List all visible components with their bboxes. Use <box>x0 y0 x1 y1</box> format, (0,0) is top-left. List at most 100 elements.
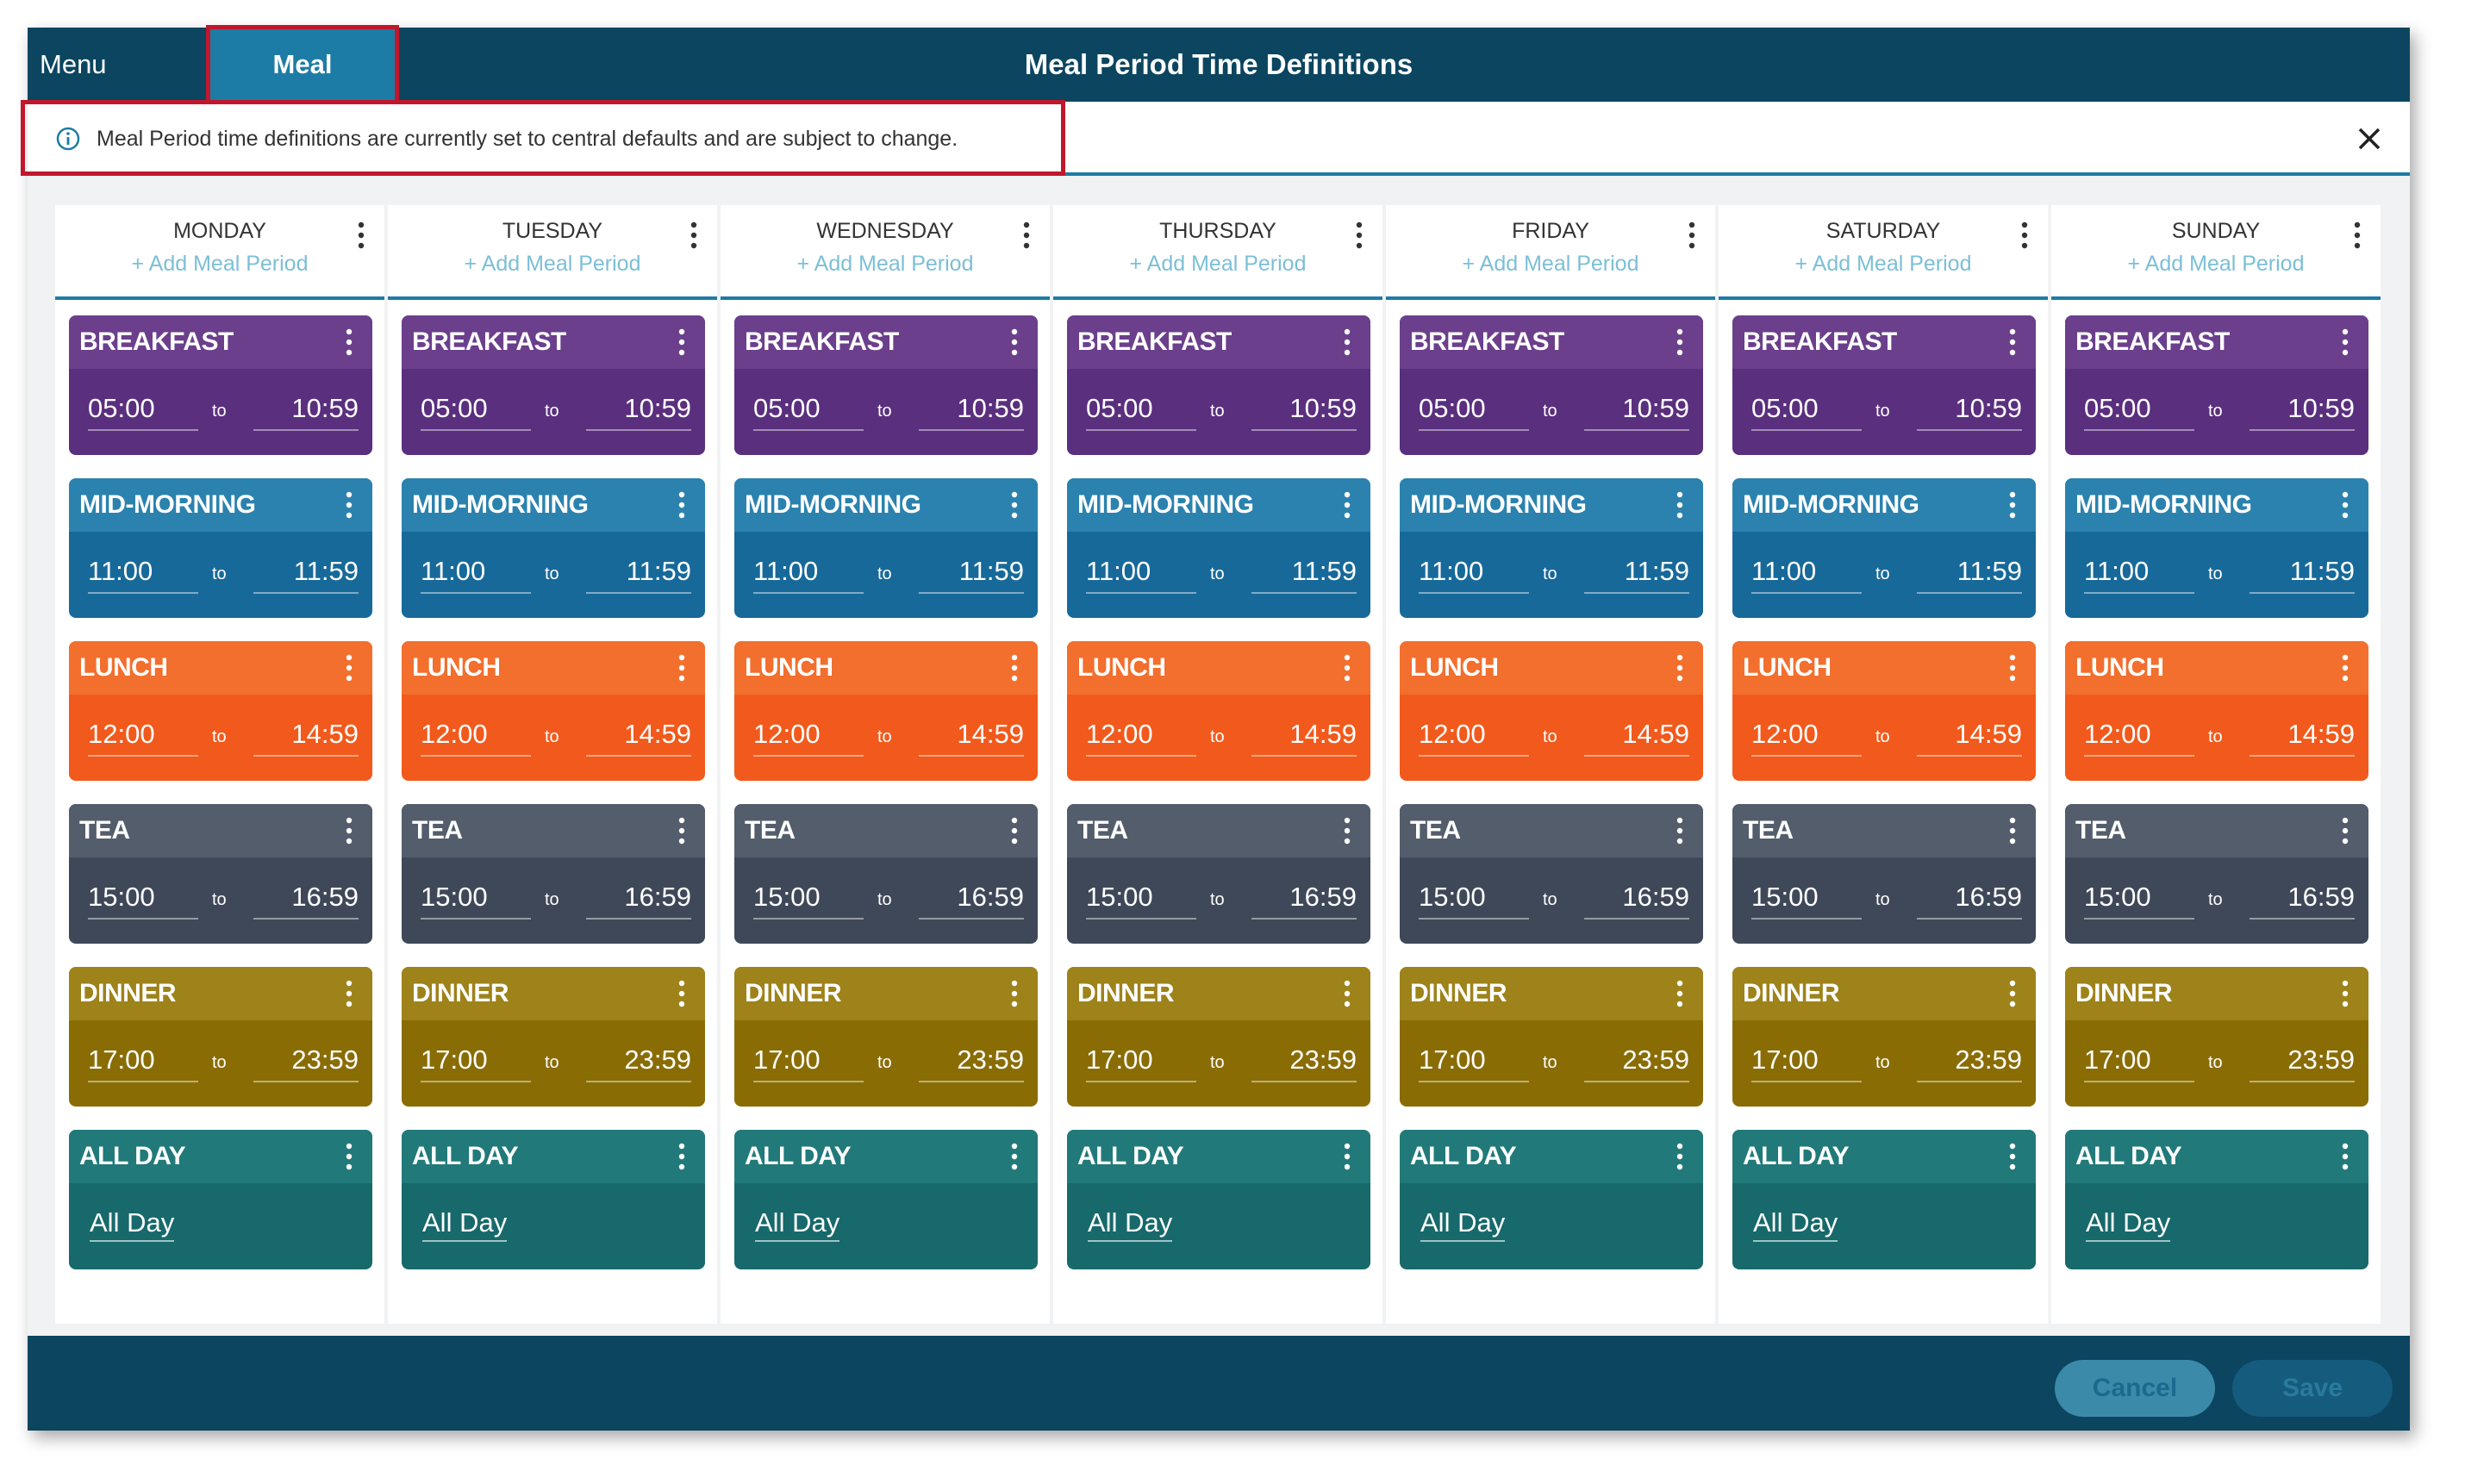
start-time-field[interactable]: 11:00 <box>1086 556 1196 594</box>
meal-period-card[interactable]: DINNER 17:00 to 23:59 <box>402 967 705 1107</box>
meal-period-card[interactable]: LUNCH 12:00 to 14:59 <box>1732 641 2036 781</box>
meal-menu-icon[interactable] <box>677 653 686 683</box>
meal-period-card[interactable]: DINNER 17:00 to 23:59 <box>1067 967 1370 1107</box>
all-day-field[interactable]: All Day <box>2086 1207 2171 1242</box>
start-time-field[interactable]: 15:00 <box>1086 882 1196 920</box>
end-time-field[interactable]: 10:59 <box>2250 393 2355 431</box>
start-time-field[interactable]: 17:00 <box>2084 1044 2194 1082</box>
meal-period-card[interactable]: DINNER 17:00 to 23:59 <box>734 967 1038 1107</box>
meal-period-card[interactable]: MID-MORNING 11:00 to 11:59 <box>402 478 705 618</box>
end-time-field[interactable]: 11:59 <box>2250 556 2355 594</box>
meal-period-card[interactable]: BREAKFAST 05:00 to 10:59 <box>1400 315 1703 455</box>
end-time-field[interactable]: 23:59 <box>1584 1044 1689 1082</box>
end-time-field[interactable]: 23:59 <box>586 1044 691 1082</box>
meal-menu-icon[interactable] <box>2008 1142 2017 1171</box>
meal-period-card[interactable]: TEA 15:00 to 16:59 <box>1067 804 1370 944</box>
meal-period-card[interactable]: DINNER 17:00 to 23:59 <box>1400 967 1703 1107</box>
meal-period-card[interactable]: BREAKFAST 05:00 to 10:59 <box>734 315 1038 455</box>
end-time-field[interactable]: 16:59 <box>253 882 359 920</box>
meal-menu-icon[interactable] <box>677 979 686 1008</box>
add-meal-period-link[interactable]: + Add Meal Period <box>721 252 1050 277</box>
end-time-field[interactable]: 14:59 <box>2250 719 2355 757</box>
meal-period-card[interactable]: TEA 15:00 to 16:59 <box>1732 804 2036 944</box>
meal-menu-icon[interactable] <box>345 653 353 683</box>
meal-menu-icon[interactable] <box>1010 816 1019 845</box>
meal-menu-icon[interactable] <box>1343 816 1351 845</box>
start-time-field[interactable]: 12:00 <box>88 719 198 757</box>
day-menu-icon[interactable] <box>1688 221 1696 250</box>
meal-menu-icon[interactable] <box>345 327 353 357</box>
end-time-field[interactable]: 16:59 <box>1584 882 1689 920</box>
meal-menu-icon[interactable] <box>345 490 353 520</box>
day-menu-icon[interactable] <box>1355 221 1364 250</box>
add-meal-period-link[interactable]: + Add Meal Period <box>1053 252 1382 277</box>
all-day-field[interactable]: All Day <box>1420 1207 1506 1242</box>
end-time-field[interactable]: 23:59 <box>1251 1044 1357 1082</box>
meal-period-card[interactable]: BREAKFAST 05:00 to 10:59 <box>69 315 372 455</box>
start-time-field[interactable]: 15:00 <box>88 882 198 920</box>
meal-period-card[interactable]: ALL DAY All Day <box>2065 1130 2368 1269</box>
all-day-field[interactable]: All Day <box>755 1207 840 1242</box>
meal-period-card[interactable]: DINNER 17:00 to 23:59 <box>69 967 372 1107</box>
meal-period-card[interactable]: LUNCH 12:00 to 14:59 <box>2065 641 2368 781</box>
meal-menu-icon[interactable] <box>1343 1142 1351 1171</box>
meal-menu-icon[interactable] <box>2008 979 2017 1008</box>
meal-period-card[interactable]: TEA 15:00 to 16:59 <box>402 804 705 944</box>
meal-menu-icon[interactable] <box>2008 490 2017 520</box>
meal-menu-icon[interactable] <box>1343 653 1351 683</box>
meal-period-card[interactable]: ALL DAY All Day <box>734 1130 1038 1269</box>
end-time-field[interactable]: 23:59 <box>919 1044 1024 1082</box>
day-menu-icon[interactable] <box>2020 221 2029 250</box>
meal-menu-icon[interactable] <box>677 490 686 520</box>
end-time-field[interactable]: 10:59 <box>919 393 1024 431</box>
meal-menu-icon[interactable] <box>1010 327 1019 357</box>
start-time-field[interactable]: 17:00 <box>421 1044 531 1082</box>
meal-period-card[interactable]: BREAKFAST 05:00 to 10:59 <box>402 315 705 455</box>
end-time-field[interactable]: 23:59 <box>253 1044 359 1082</box>
add-meal-period-link[interactable]: + Add Meal Period <box>1386 252 1715 277</box>
meal-menu-icon[interactable] <box>345 979 353 1008</box>
end-time-field[interactable]: 14:59 <box>1917 719 2022 757</box>
meal-menu-icon[interactable] <box>2008 327 2017 357</box>
end-time-field[interactable]: 14:59 <box>1251 719 1357 757</box>
meal-period-card[interactable]: LUNCH 12:00 to 14:59 <box>734 641 1038 781</box>
end-time-field[interactable]: 23:59 <box>1917 1044 2022 1082</box>
all-day-field[interactable]: All Day <box>422 1207 508 1242</box>
meal-menu-icon[interactable] <box>677 327 686 357</box>
add-meal-period-link[interactable]: + Add Meal Period <box>2051 252 2381 277</box>
meal-period-card[interactable]: ALL DAY All Day <box>1732 1130 2036 1269</box>
start-time-field[interactable]: 15:00 <box>421 882 531 920</box>
end-time-field[interactable]: 10:59 <box>253 393 359 431</box>
day-menu-icon[interactable] <box>357 221 365 250</box>
start-time-field[interactable]: 15:00 <box>753 882 864 920</box>
end-time-field[interactable]: 14:59 <box>1584 719 1689 757</box>
meal-period-card[interactable]: DINNER 17:00 to 23:59 <box>1732 967 2036 1107</box>
meal-period-card[interactable]: MID-MORNING 11:00 to 11:59 <box>734 478 1038 618</box>
start-time-field[interactable]: 15:00 <box>2084 882 2194 920</box>
all-day-field[interactable]: All Day <box>1088 1207 1173 1242</box>
end-time-field[interactable]: 14:59 <box>253 719 359 757</box>
end-time-field[interactable]: 10:59 <box>1584 393 1689 431</box>
start-time-field[interactable]: 15:00 <box>1419 882 1529 920</box>
end-time-field[interactable]: 16:59 <box>919 882 1024 920</box>
meal-period-card[interactable]: ALL DAY All Day <box>69 1130 372 1269</box>
end-time-field[interactable]: 10:59 <box>1251 393 1357 431</box>
meal-menu-icon[interactable] <box>1010 653 1019 683</box>
start-time-field[interactable]: 11:00 <box>88 556 198 594</box>
meal-period-card[interactable]: TEA 15:00 to 16:59 <box>2065 804 2368 944</box>
meal-menu-icon[interactable] <box>1676 327 1684 357</box>
meal-menu-icon[interactable] <box>2341 490 2350 520</box>
start-time-field[interactable]: 05:00 <box>88 393 198 431</box>
start-time-field[interactable]: 12:00 <box>421 719 531 757</box>
meal-period-card[interactable]: MID-MORNING 11:00 to 11:59 <box>2065 478 2368 618</box>
tab-meal-periods[interactable]: Meal Periods <box>206 25 399 153</box>
end-time-field[interactable]: 16:59 <box>586 882 691 920</box>
meal-period-card[interactable]: ALL DAY All Day <box>1400 1130 1703 1269</box>
start-time-field[interactable]: 11:00 <box>2084 556 2194 594</box>
meal-period-card[interactable]: LUNCH 12:00 to 14:59 <box>1400 641 1703 781</box>
start-time-field[interactable]: 05:00 <box>1419 393 1529 431</box>
end-time-field[interactable]: 16:59 <box>1917 882 2022 920</box>
start-time-field[interactable]: 11:00 <box>1751 556 1862 594</box>
all-day-field[interactable]: All Day <box>90 1207 175 1242</box>
meal-period-card[interactable]: MID-MORNING 11:00 to 11:59 <box>1732 478 2036 618</box>
